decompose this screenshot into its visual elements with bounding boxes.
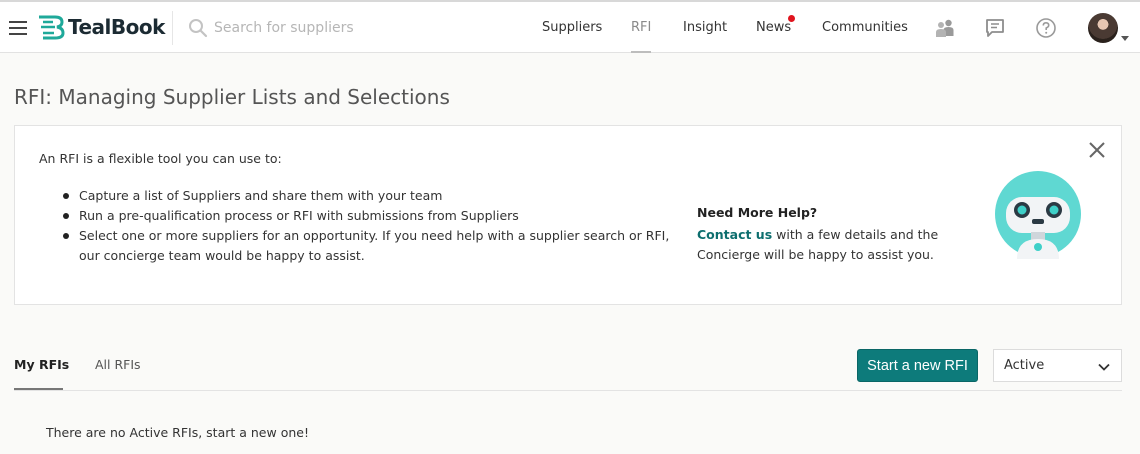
user-avatar[interactable] (1088, 13, 1118, 43)
news-notification-dot (788, 15, 795, 22)
list-item: Run a pre-qualification process or RFI w… (63, 206, 673, 226)
nav-rfi[interactable]: RFI (631, 20, 651, 35)
logo-text: TealBook (68, 15, 165, 39)
nav-active-indicator (631, 51, 651, 53)
page-title: RFI: Managing Supplier Lists and Selecti… (14, 85, 450, 109)
help-text: Contact us with a few details and the Co… (697, 225, 957, 265)
menu-icon[interactable] (9, 21, 27, 35)
empty-state-message: There are no Active RFIs, start a new on… (46, 425, 309, 440)
concierge-robot-icon (995, 171, 1081, 259)
nav-news[interactable]: News (756, 20, 791, 35)
tabs-divider (14, 390, 1122, 391)
users-icon[interactable] (934, 17, 956, 39)
top-navigation-bar: TealBook Suppliers RFI Insight News Comm… (0, 0, 1140, 53)
list-item: Capture a list of Suppliers and share th… (63, 186, 673, 206)
nav-communities[interactable]: Communities (822, 20, 908, 35)
help-title: Need More Help? (697, 205, 818, 220)
info-bullet-list: Capture a list of Suppliers and share th… (63, 186, 673, 266)
close-icon[interactable] (1088, 141, 1106, 159)
header-divider (172, 11, 173, 45)
tab-active-indicator (14, 388, 63, 390)
tab-my-rfis[interactable]: My RFIs (14, 357, 69, 372)
supplier-search-input[interactable] (214, 16, 474, 40)
info-intro-text: An RFI is a flexible tool you can use to… (39, 151, 282, 166)
chevron-down-icon (1098, 363, 1110, 371)
start-new-rfi-button[interactable]: Start a new RFI (857, 349, 978, 382)
nav-insight[interactable]: Insight (683, 20, 727, 35)
caret-down-icon[interactable] (1121, 36, 1129, 41)
status-filter-select[interactable]: Active (993, 349, 1122, 382)
tealbook-logo-mark-icon (39, 15, 65, 40)
list-item: Select one or more suppliers for an oppo… (63, 226, 673, 266)
search-icon (189, 19, 208, 38)
status-filter-value: Active (1004, 358, 1045, 373)
chat-icon[interactable] (984, 17, 1006, 39)
contact-us-link[interactable]: Contact us (697, 227, 772, 242)
nav-suppliers[interactable]: Suppliers (542, 20, 602, 35)
rfi-info-card: An RFI is a flexible tool you can use to… (14, 125, 1122, 305)
tealbook-logo[interactable]: TealBook (37, 13, 165, 41)
help-icon[interactable] (1035, 17, 1057, 39)
tab-all-rfis[interactable]: All RFIs (95, 357, 141, 372)
